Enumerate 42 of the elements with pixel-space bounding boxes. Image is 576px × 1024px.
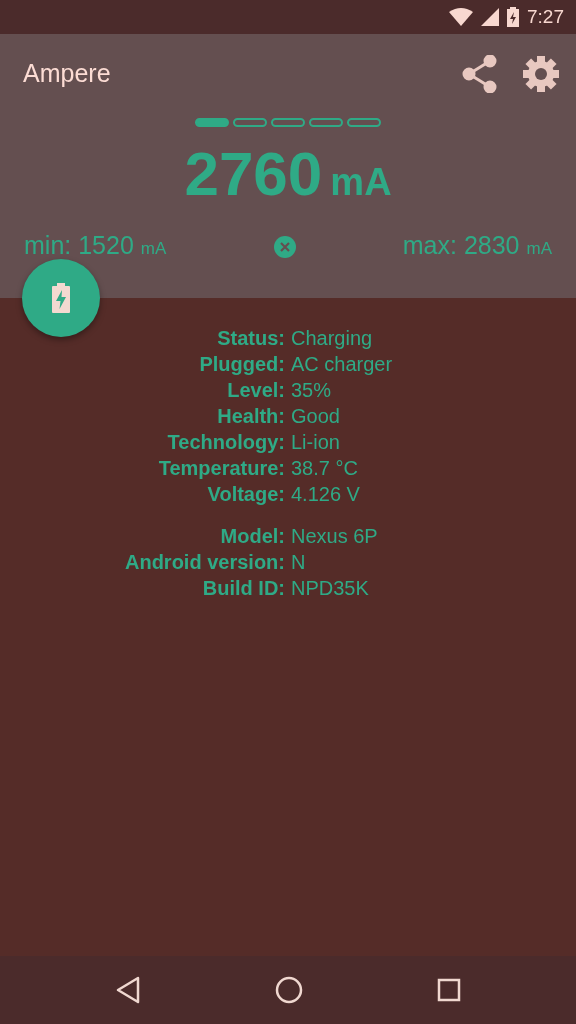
battery-charging-icon: [52, 283, 70, 313]
home-icon[interactable]: [275, 976, 303, 1004]
wifi-icon: [449, 8, 473, 26]
info-label: Level:: [227, 379, 285, 401]
info-label: Temperature:: [158, 457, 285, 479]
info-value: 38.7 °C: [291, 457, 358, 479]
page-indicator[interactable]: [347, 118, 381, 127]
info-value: Li-ion: [291, 431, 340, 453]
current-unit: mA: [330, 160, 392, 205]
share-icon[interactable]: [462, 55, 498, 93]
battery-charging-icon: [507, 7, 519, 27]
page-indicator[interactable]: [233, 118, 267, 127]
signal-icon: [481, 8, 499, 26]
app-title: Ampere: [22, 58, 111, 90]
clock-time: 7:27: [527, 4, 564, 29]
page-indicator[interactable]: [309, 118, 343, 127]
back-icon[interactable]: [115, 976, 141, 1004]
info-label: Status:: [217, 327, 285, 349]
info-value: 4.126 V: [291, 483, 360, 505]
reset-icon[interactable]: [273, 233, 296, 258]
info-label: Technology:: [167, 431, 285, 453]
info-value: AC charger: [291, 353, 393, 375]
info-value: Nexus 6P: [291, 525, 378, 547]
max-reading: max: 2830 mA: [402, 230, 552, 261]
info-label: Model:: [220, 525, 285, 547]
info-value: 35%: [291, 379, 332, 401]
min-reading: min: 1520 mA: [24, 230, 167, 261]
info-value: NPD35K: [291, 577, 369, 599]
info-label: Health:: [217, 405, 285, 427]
action-button[interactable]: [22, 259, 100, 337]
info-label: Voltage:: [207, 483, 285, 505]
info-label: Android version:: [125, 551, 285, 573]
recents-icon[interactable]: [437, 977, 461, 1003]
info-value: N: [291, 551, 306, 573]
info-label: Build ID:: [202, 577, 285, 599]
settings-icon[interactable]: [522, 55, 560, 93]
info-value: Charging: [291, 327, 373, 349]
page-indicator[interactable]: [271, 118, 305, 127]
current-reading: 2760: [184, 143, 323, 205]
info-label: Plugged:: [199, 353, 285, 375]
page-indicator[interactable]: [195, 118, 229, 127]
info-value: Good: [291, 405, 340, 427]
